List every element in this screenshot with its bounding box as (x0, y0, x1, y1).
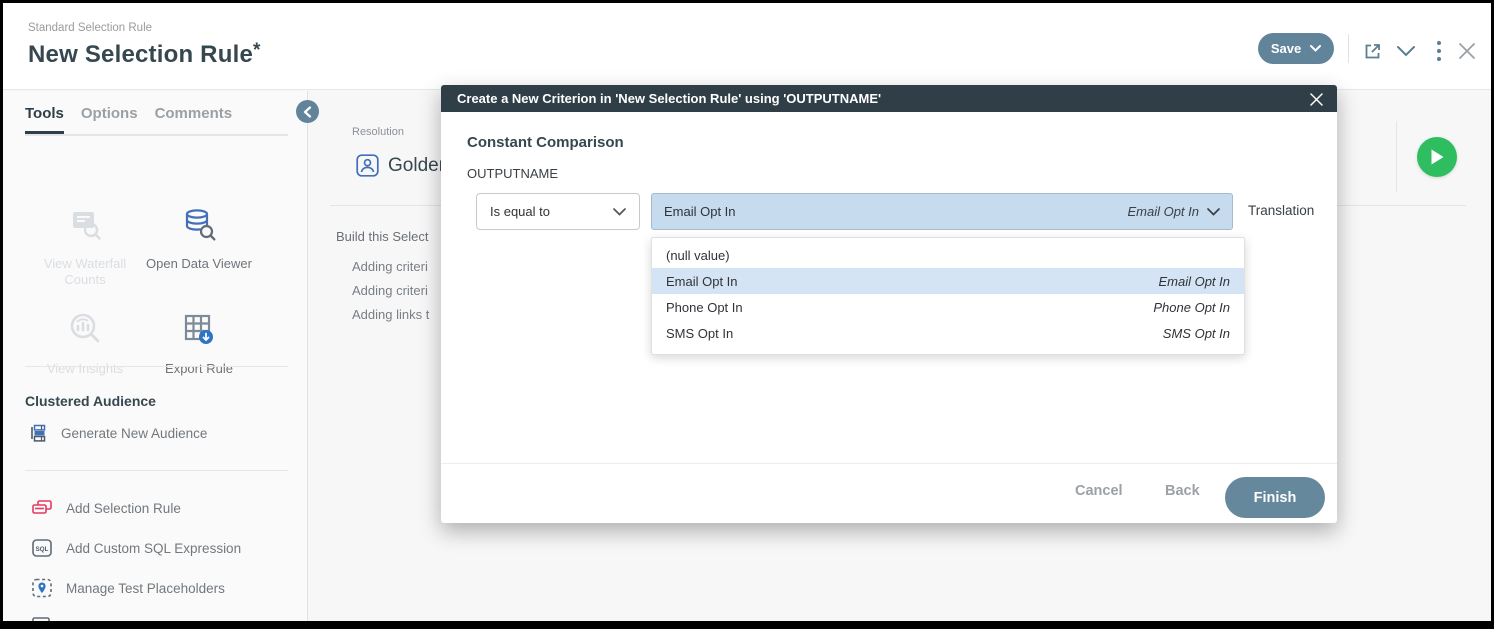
sidebar-tabs: Tools Options Comments (25, 105, 232, 134)
save-button[interactable]: Save (1258, 33, 1334, 64)
insights-chart-icon (64, 309, 106, 351)
dropdown-option-null-value[interactable]: (null value) (652, 242, 1244, 268)
tab-options[interactable]: Options (81, 105, 138, 134)
run-area-divider (1396, 121, 1397, 192)
svg-text:SQL: SQL (36, 546, 49, 553)
resolution-entity-row[interactable]: Golden (356, 154, 449, 177)
tools-sidebar: Tools Options Comments View Waterfall Co… (3, 91, 308, 621)
footer-divider (441, 463, 1337, 464)
step-text: Adding criteri (352, 283, 428, 298)
cancel-button[interactable]: Cancel (1075, 483, 1123, 499)
step-text: Adding criteri (352, 259, 428, 274)
value-dropdown-panel: (null value) Email Opt In Email Opt In P… (651, 237, 1245, 355)
data-viewer-database-icon (178, 204, 220, 246)
action-label: Generate New Audience (61, 426, 207, 441)
modal-titlebar: Create a New Criterion in 'New Selection… (441, 85, 1337, 112)
section-heading: Constant Comparison (467, 134, 624, 151)
breadcrumb: Standard Selection Rule (28, 22, 152, 34)
frame-border (0, 621, 1494, 629)
save-chevron-down-icon (1310, 45, 1321, 52)
placeholder-pin-icon (31, 578, 53, 598)
operator-select[interactable]: Is equal to (476, 193, 640, 230)
back-button[interactable]: Back (1165, 483, 1200, 499)
page-title: New Selection Rule* (28, 40, 261, 69)
sql-box-icon: SQL (31, 538, 53, 558)
tool-label: Export Rule (138, 361, 260, 377)
add-custom-sql-button[interactable]: SQL Add Custom SQL Expression (31, 538, 241, 558)
more-options-kebab-icon[interactable] (1427, 39, 1451, 63)
audience-cluster-icon (28, 423, 48, 443)
clustered-audience-heading: Clustered Audience (25, 393, 156, 409)
tab-tools[interactable]: Tools (25, 105, 64, 134)
tab-comments[interactable]: Comments (155, 105, 233, 134)
tool-label: View Waterfall Counts (24, 256, 146, 288)
frame-border (0, 0, 3, 629)
modal-close-icon[interactable] (1307, 90, 1325, 108)
selection-rule-cards-icon (31, 499, 53, 518)
finish-button[interactable]: Finish (1225, 477, 1325, 518)
waterfall-counts-icon (64, 204, 106, 246)
action-label: Add Selection Rule (66, 501, 181, 516)
golden-record-person-icon (356, 154, 379, 177)
open-in-new-window-icon[interactable] (1360, 39, 1384, 63)
collapse-header-chevron-icon[interactable] (1394, 39, 1418, 63)
generate-new-audience-button[interactable]: Generate New Audience (28, 423, 207, 443)
action-label: Manage Test Placeholders (66, 581, 225, 596)
resolution-label: Resolution (352, 126, 404, 138)
unsaved-asterisk: * (253, 40, 261, 61)
select-chevron-down-icon (613, 208, 626, 216)
close-page-icon[interactable] (1455, 39, 1479, 63)
action-label: Add Custom SQL Expression (66, 541, 241, 556)
dropdown-option-sms-opt-in[interactable]: SMS Opt In SMS Opt In (652, 320, 1244, 346)
tool-label: View Insights (24, 361, 146, 377)
frame-border (0, 0, 1494, 3)
add-selection-rule-button[interactable]: Add Selection Rule (31, 499, 181, 518)
sidebar-divider (25, 470, 288, 471)
modal-title: Create a New Criterion in 'New Selection… (457, 91, 881, 106)
combobox-value: Email Opt In (664, 204, 736, 219)
manage-test-placeholders-button[interactable]: Manage Test Placeholders (31, 578, 225, 598)
combobox-chevron-down-icon (1207, 208, 1220, 216)
sidebar-collapse-button[interactable] (296, 100, 319, 123)
tabs-underline (25, 134, 288, 136)
translation-label: Translation (1248, 203, 1314, 218)
step-text: Adding links t (352, 307, 429, 322)
combobox-translation: Email Opt In (1127, 204, 1199, 219)
app-window: Standard Selection Rule New Selection Ru… (0, 0, 1494, 629)
field-label: OUTPUTNAME (467, 166, 558, 181)
view-waterfall-counts-button[interactable]: View Waterfall Counts (24, 204, 146, 288)
open-data-viewer-button[interactable]: Open Data Viewer (138, 204, 260, 272)
dropdown-option-email-opt-in[interactable]: Email Opt In Email Opt In (652, 268, 1244, 294)
page-header: Standard Selection Rule New Selection Ru… (3, 3, 1491, 90)
export-grid-download-icon (178, 309, 220, 351)
sidebar-divider (25, 366, 288, 367)
tool-label: Open Data Viewer (138, 256, 260, 272)
header-divider (1348, 34, 1349, 63)
run-rule-play-button[interactable] (1417, 137, 1457, 177)
value-combobox[interactable]: Email Opt In Email Opt In (651, 193, 1233, 230)
create-criterion-modal: Create a New Criterion in 'New Selection… (441, 85, 1337, 523)
operator-value: Is equal to (490, 204, 550, 219)
dropdown-option-phone-opt-in[interactable]: Phone Opt In Phone Opt In (652, 294, 1244, 320)
build-select-text: Build this Select (336, 229, 429, 244)
